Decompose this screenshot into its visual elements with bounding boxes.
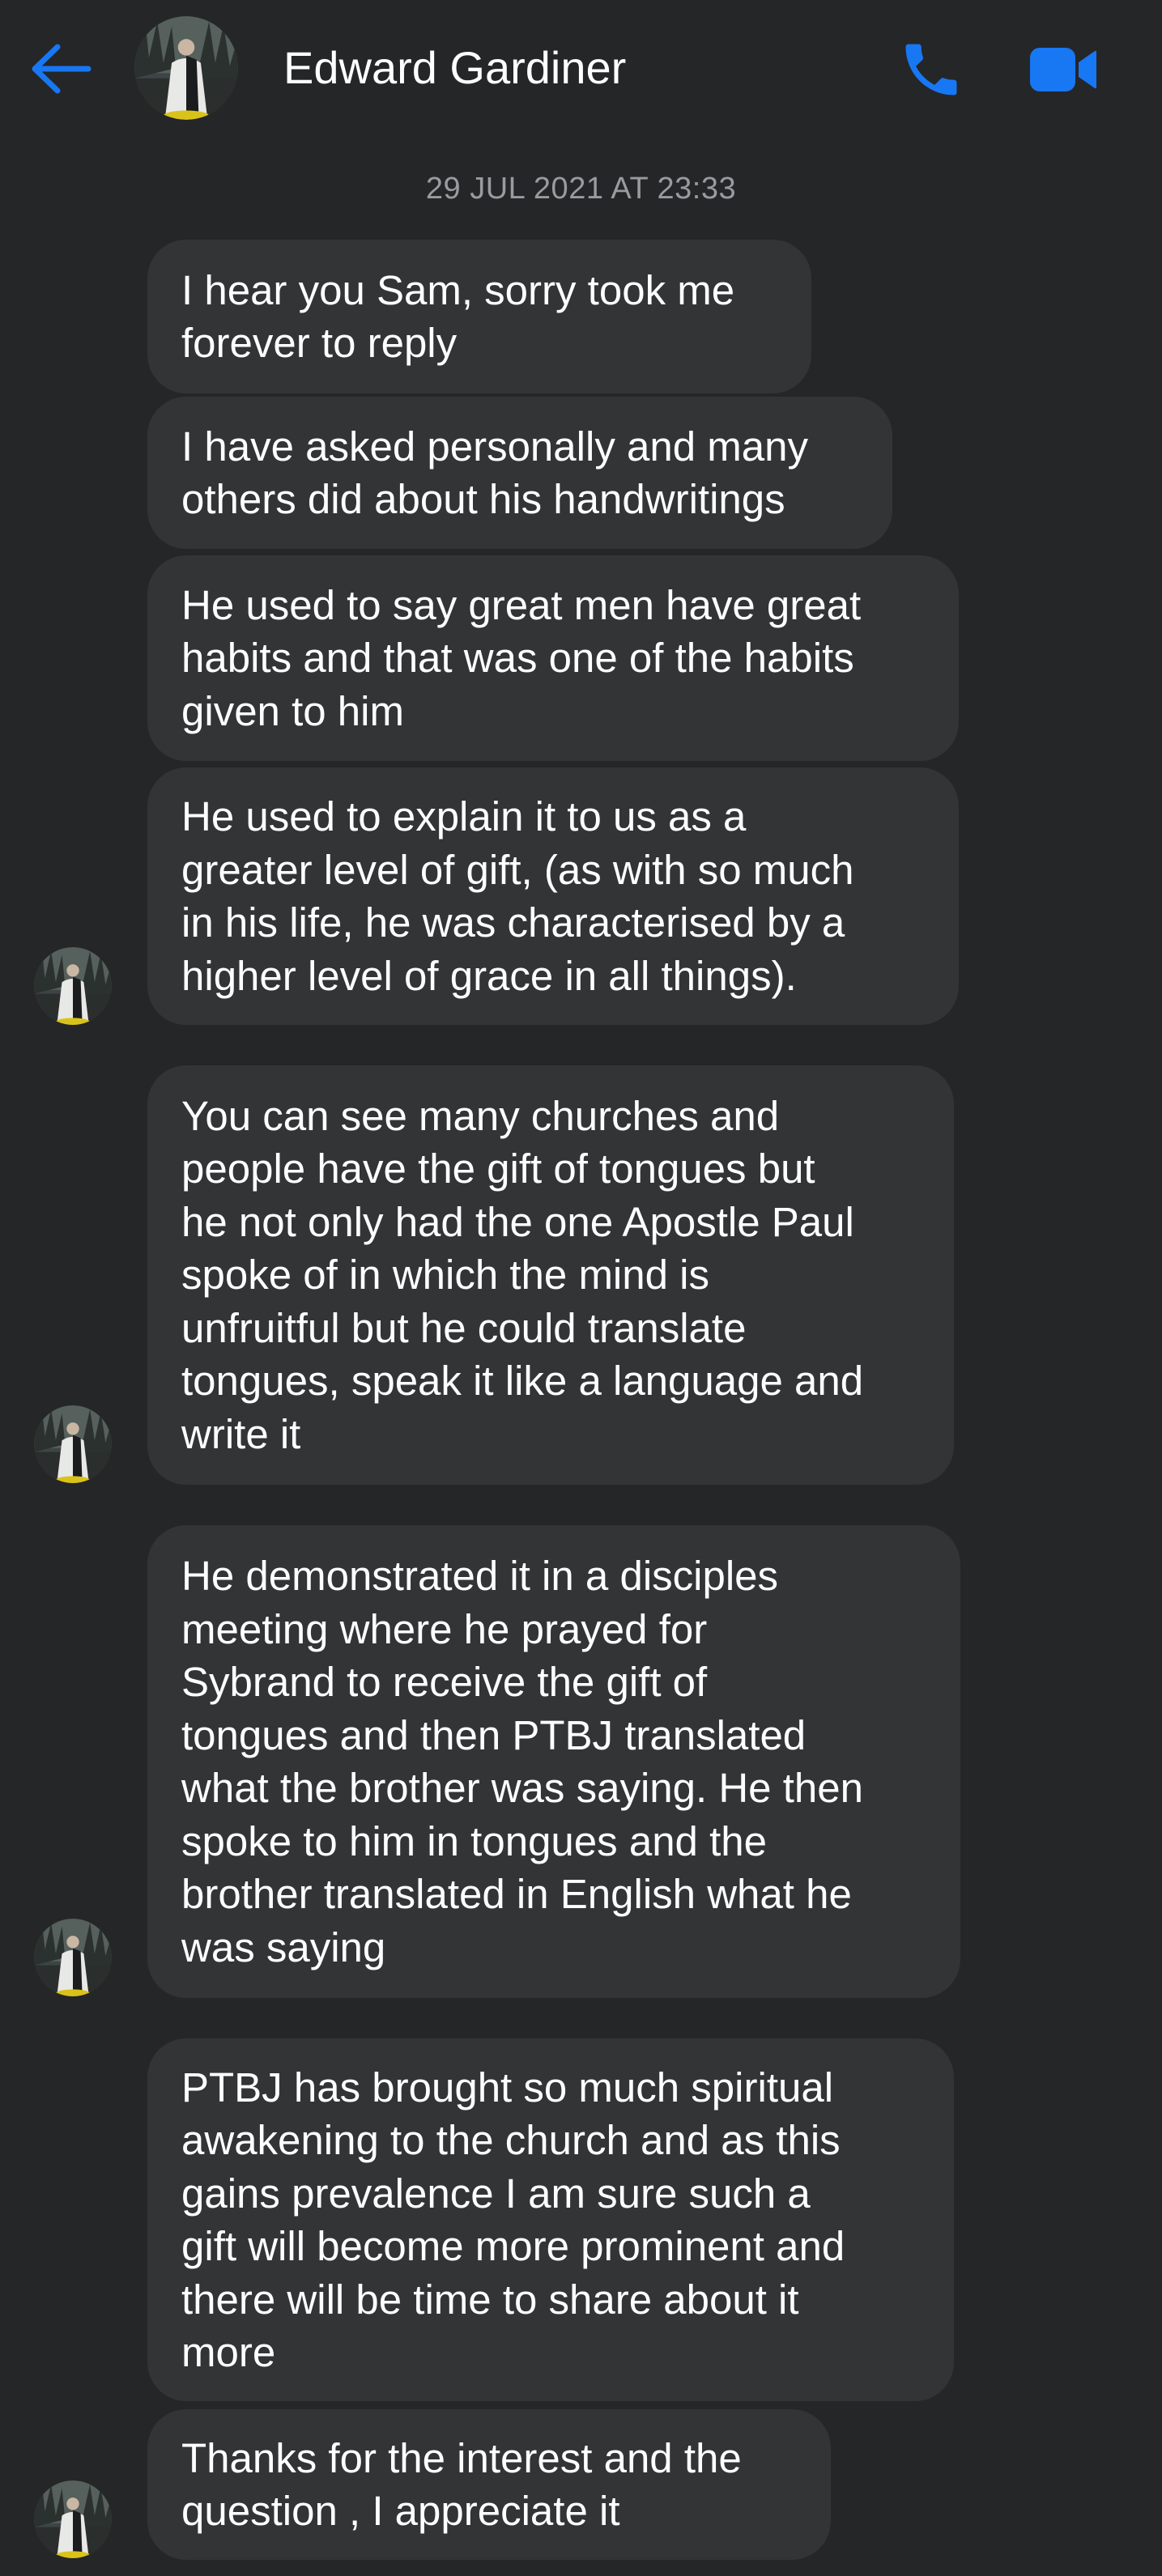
video-camera-icon	[1028, 41, 1098, 98]
phone-icon	[897, 36, 965, 104]
message-text: He used to say great men have great habi…	[181, 581, 862, 734]
sender-avatar[interactable]	[34, 1405, 112, 1483]
message-bubble[interactable]: He used to say great men have great habi…	[147, 555, 959, 761]
arrow-left-icon	[28, 40, 93, 97]
message-bubble[interactable]: He used to explain it to us as a greater…	[147, 767, 959, 1025]
video-call-button[interactable]	[1019, 29, 1108, 110]
sender-avatar[interactable]	[34, 2480, 112, 2558]
message-bubble[interactable]: PTBJ has brought so much spiritual awake…	[147, 2038, 954, 2401]
message-bubble[interactable]: Thanks for the interest and the question…	[147, 2409, 831, 2560]
back-button[interactable]	[24, 32, 97, 105]
message-text: I hear you Sam, sorry took me forever to…	[181, 266, 735, 367]
message-text: He used to explain it to us as a greater…	[181, 793, 854, 999]
contact-name[interactable]: Edward Gardiner	[283, 42, 626, 94]
message-text: Thanks for the interest and the question…	[181, 2434, 742, 2535]
message-text: PTBJ has brought so much spiritual awake…	[181, 2064, 845, 2376]
message-text: I have asked personally and many others …	[181, 423, 808, 523]
conversation-header: Edward Gardiner	[0, 0, 1162, 138]
message-timestamp: 29 JUL 2021 AT 23:33	[425, 172, 737, 206]
message-bubble[interactable]: I have asked personally and many others …	[147, 397, 892, 549]
message-bubble[interactable]: You can see many churches and people hav…	[147, 1065, 954, 1485]
audio-call-button[interactable]	[891, 29, 972, 110]
message-bubble[interactable]: He demonstrated it in a disciples meetin…	[147, 1525, 960, 1998]
message-text: He demonstrated it in a disciples meetin…	[181, 1553, 863, 1970]
contact-avatar[interactable]	[134, 16, 238, 120]
sender-avatar[interactable]	[34, 947, 112, 1025]
message-bubble[interactable]: I hear you Sam, sorry took me forever to…	[147, 240, 811, 393]
sender-avatar[interactable]	[34, 1919, 112, 1996]
message-text: You can see many churches and people hav…	[181, 1092, 864, 1457]
